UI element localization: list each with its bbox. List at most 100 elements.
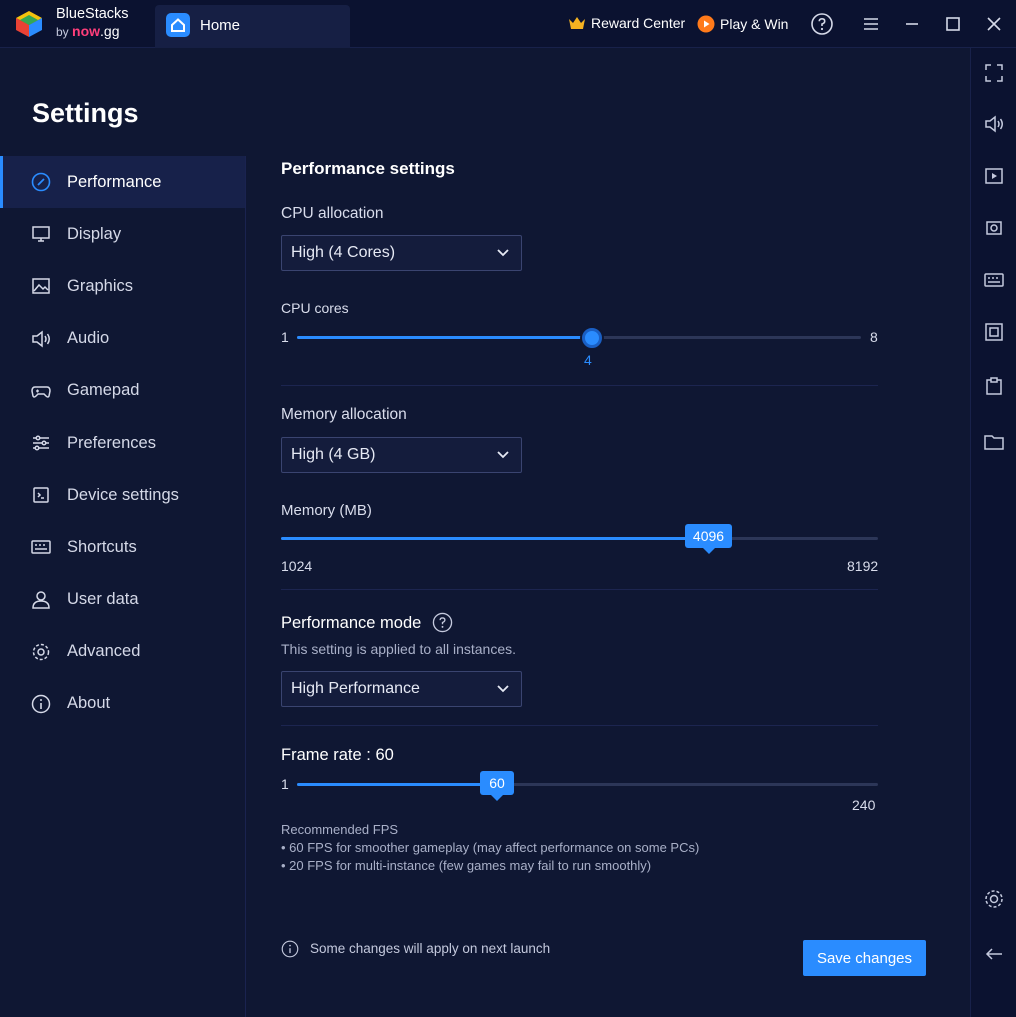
home-icon (166, 13, 190, 37)
sidebar-item-label: Device settings (67, 485, 179, 504)
settings-sidebar: Performance Display Graphics Audio Gamep… (0, 156, 245, 730)
performance-heading: Performance settings (281, 159, 455, 178)
cpu-cores-fill (297, 336, 592, 339)
sidebar-item-performance[interactable]: Performance (0, 156, 245, 209)
volume-icon[interactable] (983, 113, 1005, 135)
performance-mode-note: This setting is applied to all instances… (281, 641, 517, 657)
gear-icon (32, 643, 50, 661)
help-circle-icon[interactable] (432, 612, 453, 633)
display-icon (32, 226, 50, 243)
memory-fill (281, 537, 708, 540)
sidebar-item-label: User data (67, 590, 139, 609)
sidebar-item-label: Shortcuts (67, 537, 137, 556)
sidebar-item-label: Display (67, 224, 122, 243)
memory-track[interactable] (281, 537, 878, 540)
right-toolbar (970, 48, 1016, 1017)
chevron-down-icon (497, 685, 509, 693)
cpu-cores-label: CPU cores (281, 300, 349, 316)
close-icon[interactable] (982, 12, 1006, 36)
sidebar-item-device-settings[interactable]: Device settings (0, 469, 245, 521)
maximize-icon[interactable] (941, 12, 965, 36)
separator (281, 725, 878, 726)
launch-note: Some changes will apply on next launch (310, 941, 551, 956)
performance-mode-select[interactable]: High Performance (281, 671, 522, 707)
reward-center-button[interactable]: Reward Center (568, 15, 685, 31)
preferences-icon (33, 435, 49, 451)
separator (281, 385, 878, 386)
cpu-allocation-select[interactable]: High (4 Cores) (281, 235, 522, 271)
folder-icon[interactable] (983, 431, 1005, 453)
sidebar-item-display[interactable]: Display (0, 208, 245, 260)
cpu-cores-value: 4 (584, 352, 592, 368)
sidebar-item-label: Advanced (67, 642, 141, 661)
cpu-cores-max: 8 (870, 329, 878, 345)
device-settings-icon (33, 487, 49, 503)
cpu-cores-handle[interactable] (582, 328, 602, 348)
chevron-down-icon (497, 451, 509, 459)
separator (281, 589, 878, 590)
frame-rate-min: 1 (281, 776, 289, 792)
back-arrow-icon[interactable] (983, 943, 1005, 965)
save-changes-button[interactable]: Save changes (803, 940, 926, 976)
minimize-icon[interactable] (900, 12, 924, 36)
sidebar-item-label: Gamepad (67, 381, 140, 400)
frame-rate-label: Frame rate : 60 (281, 746, 394, 764)
frame-rate-fill (297, 783, 497, 786)
bluestacks-logo (16, 11, 42, 37)
record-icon[interactable] (983, 321, 1005, 343)
sidebar-item-shortcuts[interactable]: Shortcuts (0, 521, 245, 573)
brand: BlueStacks by now.gg (56, 7, 129, 38)
memory-allocation-label: Memory allocation (281, 406, 407, 423)
sidebar-item-label: Graphics (67, 276, 134, 295)
gamepad-icon (31, 386, 51, 398)
crown-icon (569, 17, 585, 29)
performance-icon (31, 172, 51, 192)
fps-note-20: • 20 FPS for multi-instance (few games m… (281, 858, 652, 873)
sidebar-item-label: About (67, 694, 111, 713)
menu-icon[interactable] (859, 12, 883, 36)
cpu-allocation-value: High (4 Cores) (291, 244, 396, 261)
info-icon (31, 694, 51, 714)
play-win-label: Play & Win (720, 16, 789, 32)
frame-rate-track[interactable] (297, 783, 878, 786)
play-win-icon (697, 15, 715, 33)
sidebar-item-label: Audio (67, 329, 110, 348)
sidebar-item-graphics[interactable]: Graphics (0, 260, 245, 312)
title-bar: BlueStacks by now.gg Home Reward Center … (0, 0, 1016, 48)
sidebar-item-user-data[interactable]: User data (0, 574, 245, 626)
graphics-icon (32, 278, 50, 295)
sidebar-item-label: Preferences (67, 433, 156, 452)
frame-rate-handle[interactable]: 60 (480, 771, 514, 801)
sidebar-item-advanced[interactable]: Advanced (0, 626, 245, 678)
macro-play-icon[interactable] (983, 165, 1005, 187)
performance-mode-value: High Performance (291, 680, 420, 697)
keyboard-icon[interactable] (983, 269, 1005, 291)
sidebar-item-preferences[interactable]: Preferences (0, 417, 245, 469)
memory-handle[interactable]: 4096 (685, 524, 732, 554)
keyboard-icon (31, 540, 51, 555)
home-tab[interactable]: Home (155, 5, 350, 48)
brand-name: BlueStacks (56, 6, 129, 22)
sidebar-item-gamepad[interactable]: Gamepad (0, 365, 245, 417)
sidebar-item-audio[interactable]: Audio (0, 313, 245, 365)
home-tab-label: Home (200, 17, 241, 34)
memory-allocation-value: High (4 GB) (291, 446, 376, 463)
sidebar-item-about[interactable]: About (0, 678, 245, 730)
memory-max: 8192 (847, 558, 879, 574)
memory-label: Memory (MB) (281, 502, 372, 519)
fps-note-60: • 60 FPS for smoother gameplay (may affe… (281, 840, 700, 855)
play-win-button[interactable]: Play & Win (697, 15, 788, 33)
settings-title: Settings (32, 98, 139, 128)
fullscreen-icon[interactable] (983, 62, 1005, 84)
clipboard-icon[interactable] (983, 375, 1005, 397)
info-icon (281, 940, 299, 958)
settings-gear-icon[interactable] (983, 888, 1005, 910)
chevron-down-icon (497, 249, 509, 257)
help-icon[interactable] (810, 12, 834, 36)
memory-allocation-select[interactable]: High (4 GB) (281, 437, 522, 473)
reward-center-label: Reward Center (591, 15, 686, 31)
audio-icon (32, 330, 50, 348)
screenshot-icon[interactable] (983, 217, 1005, 239)
cpu-cores-track[interactable] (297, 336, 861, 339)
cpu-allocation-label: CPU allocation (281, 205, 384, 222)
